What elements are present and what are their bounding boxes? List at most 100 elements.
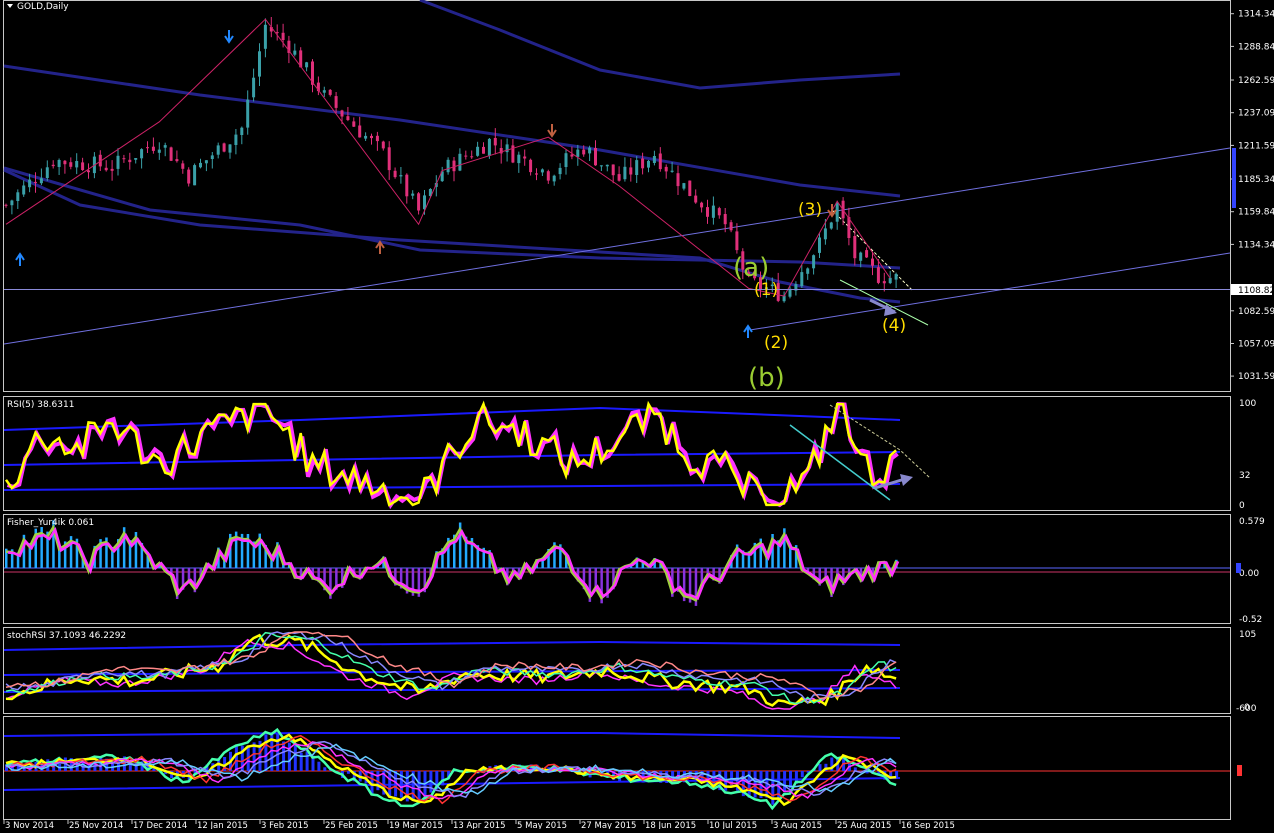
candle-body (582, 150, 585, 155)
candle-body (600, 165, 603, 166)
price-tick-label: 1082.59 (1238, 307, 1274, 317)
candle-body (677, 173, 680, 186)
dropdown-triangle-icon[interactable] (7, 4, 13, 8)
candle-body (559, 168, 562, 174)
candle-body (399, 175, 402, 176)
candle-body (323, 90, 326, 93)
time-tick-label: 3 Aug 2015 (773, 821, 822, 829)
stochrsi-lines (4, 632, 900, 709)
current-price-label: 1108.82 (1238, 286, 1274, 296)
candle-body (352, 121, 355, 126)
candle-body (694, 196, 697, 203)
envelope-line (420, 0, 900, 88)
price-tick-label: 1134.34 (1238, 240, 1274, 250)
candle-body (193, 165, 196, 185)
candle-body (494, 138, 497, 145)
candle-body (730, 222, 733, 230)
fisher-line (6, 527, 896, 600)
candle-body (128, 160, 131, 162)
envelope-line (4, 66, 900, 196)
time-tick-label: 17 Dec 2014 (133, 821, 187, 829)
osc-bar (235, 746, 238, 771)
candle-body (594, 148, 597, 165)
candle-body (40, 178, 43, 183)
candle-body (105, 168, 108, 170)
candle-body (158, 150, 161, 153)
osc-bar (282, 742, 285, 772)
time-tick-label: 10 Jul 2015 (709, 821, 757, 829)
candle-body (140, 149, 143, 158)
osc-bar (347, 771, 350, 774)
candle-body (612, 165, 615, 176)
osc-bar (801, 771, 804, 777)
wave-label-b: (b) (748, 363, 785, 393)
osc-bar (317, 762, 320, 771)
wave-label-3: (3) (798, 200, 822, 220)
candle-body (69, 162, 72, 167)
candle-body (883, 281, 886, 283)
candle-body (623, 167, 626, 179)
candle-body (700, 203, 703, 208)
rsi-tick-0: 0 (1239, 501, 1245, 511)
candle-body (470, 156, 473, 157)
candle-body (111, 169, 114, 171)
candle-body (217, 145, 220, 154)
candle-body (152, 147, 155, 151)
fisher-tick-bottom: -0.52 (1239, 615, 1262, 625)
osc-band-upper (4, 733, 900, 738)
time-tick-label: 27 May 2015 (581, 821, 636, 829)
candle-body (181, 163, 184, 168)
osc-bar (306, 751, 309, 771)
candle-body (34, 182, 37, 183)
time-tick-label: 25 Aug 2015 (837, 821, 891, 829)
candle-body (806, 268, 809, 273)
rsi-lines (4, 404, 930, 505)
symbol-title: GOLD,Daily (17, 2, 69, 12)
fisher-histogram (4, 520, 1230, 606)
arrow-down-icon (225, 30, 233, 42)
candle-body (482, 147, 485, 154)
osc-bar (294, 745, 297, 771)
candle-body (535, 173, 538, 174)
candle-body (305, 62, 308, 67)
candle-body (10, 201, 13, 206)
candle-body (576, 150, 579, 157)
price-tick-label: 1185.34 (1238, 175, 1274, 185)
candle-body (712, 206, 715, 218)
candle-body (341, 110, 344, 116)
candle-body (370, 136, 373, 138)
arrow-down-icon (548, 124, 556, 136)
candle-body (81, 162, 84, 170)
candle-body (211, 155, 214, 159)
arrow-up-icon (16, 254, 24, 266)
rsi-band-mid (4, 452, 900, 465)
candle-body (223, 143, 226, 151)
candle-body (859, 253, 862, 261)
candle-body (63, 161, 66, 164)
wave-label-a: (a) (733, 253, 769, 283)
wave-label-1: (1) (754, 280, 778, 300)
elliott-wave-labels: (a) (b) (1) (2) (3) (4) (733, 200, 906, 393)
osc-bar (323, 767, 326, 771)
time-axis: 3 Nov 201425 Nov 201417 Dec 201412 Jan 2… (4, 820, 955, 829)
arrowhead-icon (900, 474, 913, 486)
candle-body (252, 78, 255, 98)
osc-bar (441, 771, 444, 785)
candle-body (458, 154, 461, 171)
candle-body (205, 160, 208, 163)
rsi-band-upper (4, 408, 900, 430)
fisher-axis: 0.579 0.00 -0.52 (1236, 517, 1265, 625)
time-tick-label: 13 Apr 2015 (453, 821, 506, 829)
candle-body (735, 231, 738, 250)
candle-body (258, 51, 261, 76)
candle-body (547, 171, 550, 180)
candle-body (812, 255, 815, 268)
candle-body (818, 238, 821, 253)
wave-label-4: (4) (882, 316, 906, 336)
candle-body (234, 135, 237, 145)
stochrsi-title: stochRSI 37.1093 46.2292 (7, 631, 126, 641)
candle-body (388, 147, 391, 170)
axis-scroll-marker[interactable] (1232, 148, 1236, 208)
candle-body (246, 100, 249, 128)
rsi-axis: 100 32 0 (1239, 399, 1256, 511)
